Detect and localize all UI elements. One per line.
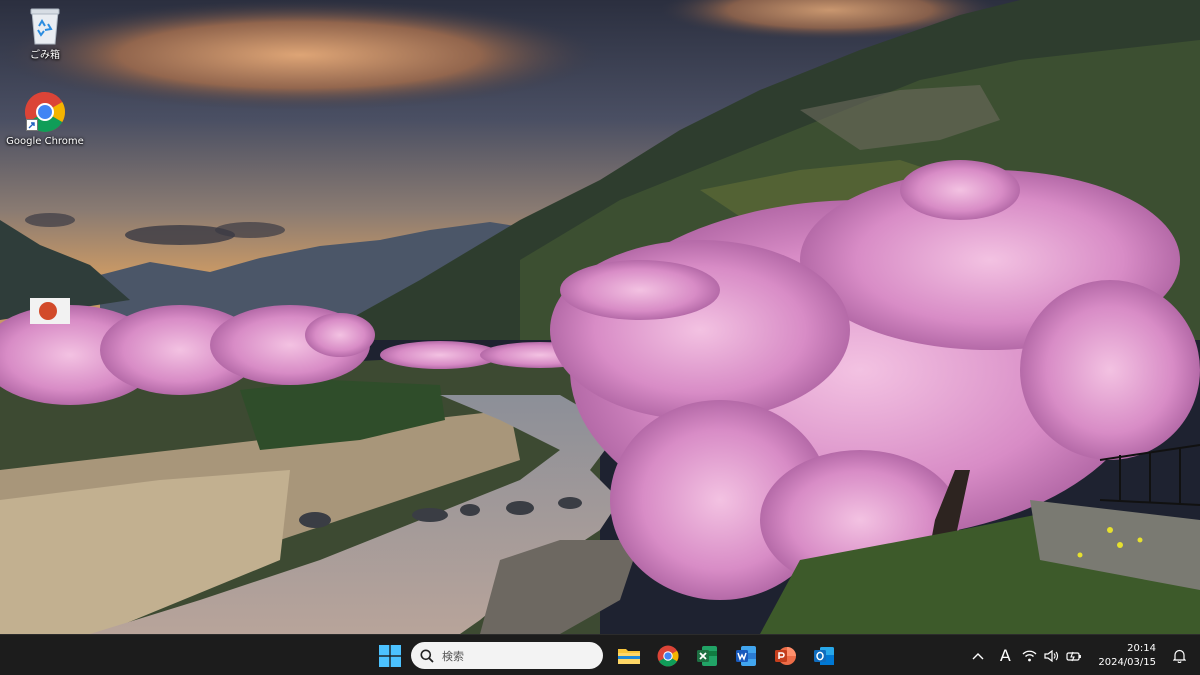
taskbar: 検索 A 20:14 2024/03/15 bbox=[0, 634, 1200, 675]
taskbar-center: 検索 bbox=[370, 635, 843, 675]
quick-settings-button[interactable] bbox=[1018, 641, 1086, 671]
start-button[interactable] bbox=[372, 638, 408, 674]
excel-icon bbox=[696, 645, 717, 666]
desktop-icon-recycle-bin[interactable]: ごみ箱 bbox=[2, 4, 88, 62]
recycle-bin-label: ごみ箱 bbox=[30, 50, 60, 61]
taskbar-excel[interactable] bbox=[689, 638, 725, 674]
volume-icon bbox=[1044, 649, 1059, 662]
recycle-bin-icon bbox=[23, 4, 67, 48]
taskbar-clock[interactable]: 20:14 2024/03/15 bbox=[1098, 642, 1156, 670]
battery-charging-icon bbox=[1066, 651, 1082, 661]
shortcut-arrow-icon bbox=[26, 119, 38, 131]
show-hidden-icons-button[interactable] bbox=[964, 641, 992, 671]
taskbar-chrome[interactable] bbox=[650, 638, 686, 674]
chrome-label: Google Chrome bbox=[6, 136, 84, 147]
taskbar-file-explorer[interactable] bbox=[611, 638, 647, 674]
taskbar-search-box[interactable]: 検索 bbox=[411, 642, 603, 669]
taskbar-word[interactable] bbox=[728, 638, 764, 674]
taskbar-outlook[interactable] bbox=[806, 638, 842, 674]
ime-indicator[interactable]: A bbox=[992, 641, 1018, 671]
taskbar-powerpoint[interactable] bbox=[767, 638, 803, 674]
clock-date: 2024/03/15 bbox=[1098, 656, 1156, 668]
chevron-up-icon bbox=[972, 652, 984, 659]
wifi-icon bbox=[1022, 650, 1037, 661]
notifications-button[interactable] bbox=[1166, 641, 1192, 671]
system-tray: A 20:14 2024/03/15 bbox=[964, 635, 1200, 675]
bell-icon bbox=[1172, 649, 1186, 663]
chrome-icon bbox=[23, 90, 67, 134]
desktop-wallpaper bbox=[0, 0, 1200, 634]
outlook-icon bbox=[813, 646, 834, 665]
search-icon bbox=[420, 649, 434, 663]
chrome-icon bbox=[657, 645, 678, 666]
word-icon bbox=[735, 645, 756, 666]
search-placeholder: 検索 bbox=[442, 649, 464, 663]
windows-logo-icon bbox=[378, 644, 401, 667]
desktop-icon-google-chrome[interactable]: Google Chrome bbox=[2, 90, 88, 148]
folder-icon bbox=[617, 648, 640, 664]
powerpoint-icon bbox=[774, 646, 796, 665]
clock-time: 20:14 bbox=[1127, 642, 1156, 654]
